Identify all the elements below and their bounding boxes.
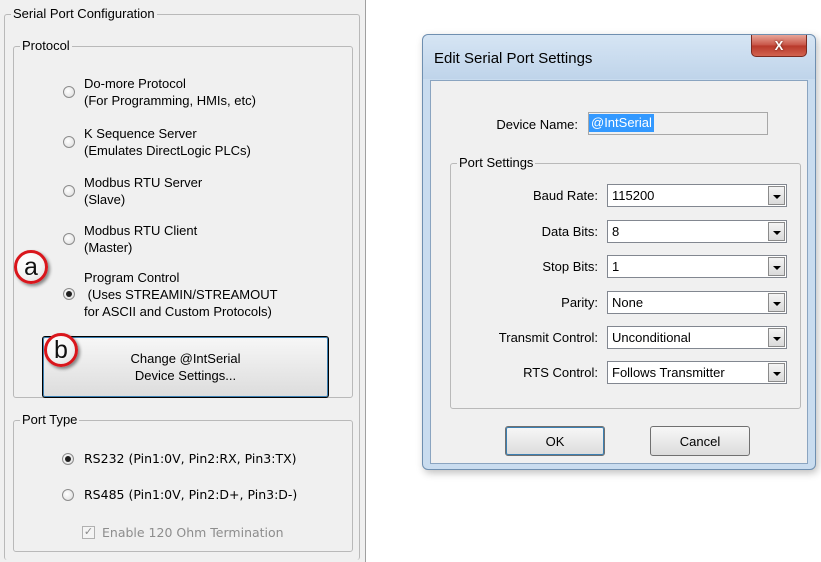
termination-checkbox: ✓ [82,526,95,539]
data-bits-label: Data Bits: [541,224,598,239]
option-description: (Emulates DirectLogic PLCs) [84,143,251,158]
baud-rate-value: 115200 [612,188,655,203]
chevron-down-icon[interactable] [768,328,785,347]
callout-a: a [14,250,48,284]
stop-bits-label: Stop Bits: [542,259,598,274]
radio-button-selected[interactable] [63,288,75,300]
parity-select[interactable]: None [607,291,787,314]
protocol-option-modbus-client[interactable]: Modbus RTU Client (Master) [63,222,197,256]
cancel-button[interactable]: Cancel [650,426,750,456]
radio-button-selected[interactable] [62,453,74,465]
button-label-line2: Device Settings... [134,368,237,383]
radio-button[interactable] [63,136,75,148]
radio-button[interactable] [63,233,75,245]
option-description: (Master) [84,240,133,255]
edit-serial-port-dialog: Edit Serial Port Settings X Device Name:… [422,34,816,470]
chevron-down-icon[interactable] [768,363,785,382]
option-label: Do-more Protocol [84,76,186,91]
transmit-control-value: Unconditional [612,330,691,345]
dialog-title: Edit Serial Port Settings [434,50,593,67]
protocol-option-modbus-server[interactable]: Modbus RTU Server (Slave) [63,174,202,208]
data-bits-select[interactable]: 8 [607,220,787,243]
callout-b: b [44,333,78,367]
chevron-down-icon[interactable] [768,186,785,205]
stop-bits-select[interactable]: 1 [607,255,787,278]
option-label: K Sequence Server [84,126,197,141]
ok-button[interactable]: OK [505,426,605,456]
option-label: RS232 (Pin1:0V, Pin2:RX, Pin3:TX) [84,451,297,466]
port-type-rs232[interactable]: RS232 (Pin1:0V, Pin2:RX, Pin3:TX) [62,450,297,467]
dialog-body: Device Name: @IntSerial Port Settings Ba… [430,80,808,464]
option-description: (For Programming, HMIs, etc) [84,93,256,108]
option-description: (Uses STREAMIN/STREAMOUT [84,287,278,302]
transmit-control-select[interactable]: Unconditional [607,326,787,349]
transmit-control-label: Transmit Control: [498,330,598,345]
close-icon: X [774,38,784,53]
option-label: Modbus RTU Client [84,223,198,238]
protocol-option-do-more[interactable]: Do-more Protocol (For Programming, HMIs,… [63,75,256,109]
termination-label: Enable 120 Ohm Termination [102,525,284,540]
cancel-button-label: Cancel [679,433,721,449]
port-type-rs485[interactable]: RS485 (Pin1:0V, Pin2:D+, Pin3:D-) [62,486,297,503]
option-label: RS485 (Pin1:0V, Pin2:D+, Pin3:D-) [84,487,298,502]
protocol-option-k-sequence[interactable]: K Sequence Server (Emulates DirectLogic … [63,125,251,159]
rts-control-label: RTS Control: [523,365,598,380]
protocol-option-program-control[interactable]: Program Control (Uses STREAMIN/STREAMOUT… [63,269,278,320]
parity-label: Parity: [561,295,598,310]
option-description: (Slave) [84,192,126,207]
button-label-line1: Change @IntSerial [130,351,241,366]
chevron-down-icon[interactable] [768,293,785,312]
option-description: for ASCII and Custom Protocols) [84,304,272,319]
serial-port-configuration-title: Serial Port Configuration [11,6,157,22]
ok-button-label: OK [545,433,565,449]
change-device-settings-button[interactable]: Change @IntSerial Device Settings... [42,336,329,398]
radio-button[interactable] [63,86,75,98]
option-label: Modbus RTU Server [84,175,203,190]
serial-port-config-panel: Serial Port Configuration Protocol Do-mo… [0,0,366,562]
port-settings-title: Port Settings [457,155,536,171]
device-name-value: @IntSerial [589,114,654,132]
dialog-titlebar[interactable]: Edit Serial Port Settings X [423,35,815,79]
port-type-group-title: Port Type [20,412,80,428]
close-button[interactable]: X [751,35,807,57]
chevron-down-icon[interactable] [768,257,785,276]
termination-checkbox-row: ✓ Enable 120 Ohm Termination [82,524,284,541]
device-name-label: Device Name: [496,117,578,132]
parity-value: None [612,295,644,310]
baud-rate-select[interactable]: 115200 [607,184,787,207]
data-bits-value: 8 [612,224,620,239]
rts-control-select[interactable]: Follows Transmitter [607,361,787,384]
radio-button[interactable] [62,489,74,501]
chevron-down-icon[interactable] [768,222,785,241]
option-label: Program Control [84,270,180,285]
baud-rate-label: Baud Rate: [532,188,598,203]
radio-button[interactable] [63,185,75,197]
rts-control-value: Follows Transmitter [612,365,725,380]
protocol-group-title: Protocol [20,38,72,54]
device-name-field[interactable]: @IntSerial [588,112,768,135]
stop-bits-value: 1 [612,259,620,274]
